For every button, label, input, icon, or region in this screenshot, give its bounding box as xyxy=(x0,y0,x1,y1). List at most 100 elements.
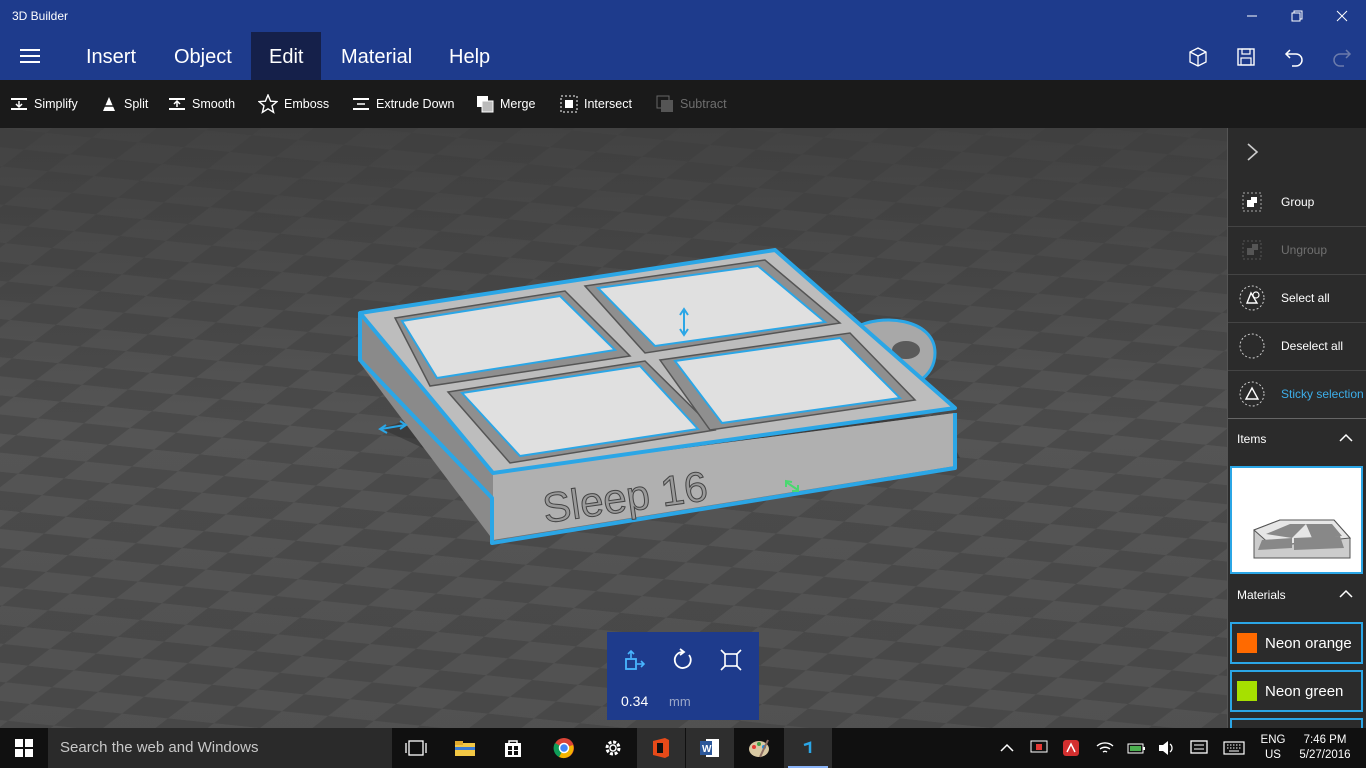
gear-icon xyxy=(605,740,621,756)
office-button[interactable] xyxy=(637,728,685,768)
subtract-icon xyxy=(656,95,674,113)
rotate-tool-button[interactable] xyxy=(669,646,697,674)
chevron-up-icon xyxy=(1000,743,1014,752)
smooth-button[interactable]: Smooth xyxy=(168,80,235,128)
group-label: Group xyxy=(1281,195,1315,209)
tray-battery-icon[interactable] xyxy=(1124,728,1150,768)
action-center-icon xyxy=(1190,740,1208,754)
taskbar-clock[interactable]: 7:46 PM 5/27/2016 xyxy=(1296,733,1354,763)
redo-button[interactable] xyxy=(1327,42,1357,72)
store-button[interactable] xyxy=(489,728,537,768)
subtract-button[interactable]: Subtract xyxy=(656,80,727,128)
smooth-icon xyxy=(168,95,186,113)
subtract-label: Subtract xyxy=(680,97,727,111)
merge-button[interactable]: Merge xyxy=(476,80,535,128)
tray-notifications-icon[interactable] xyxy=(1186,728,1212,768)
tab-help[interactable]: Help xyxy=(431,32,508,80)
items-section-header[interactable]: Items xyxy=(1228,418,1366,458)
taskbar-search-box[interactable]: Search the web and Windows xyxy=(48,728,392,768)
right-panel: Group Ungroup Select all Deselect all St… xyxy=(1227,128,1366,730)
material-neon-green[interactable]: Neon green xyxy=(1230,670,1363,712)
tray-volume-icon[interactable] xyxy=(1154,728,1180,768)
scale-tool-button[interactable] xyxy=(717,646,745,674)
title-bar: 3D Builder xyxy=(0,0,1366,32)
star-icon xyxy=(258,94,278,114)
smooth-label: Smooth xyxy=(192,97,236,111)
paint-button[interactable] xyxy=(735,728,783,768)
chevron-up-icon xyxy=(1339,589,1353,598)
minimize-button[interactable] xyxy=(1229,0,1275,32)
paint-palette-icon xyxy=(749,739,769,758)
3d-builder-taskbar-button[interactable] xyxy=(784,728,832,768)
chevron-up-icon xyxy=(1339,433,1353,442)
select-all-icon xyxy=(1238,284,1266,312)
rotate-icon xyxy=(673,648,692,669)
tray-network-monitor-icon[interactable] xyxy=(1026,728,1052,768)
merge-label: Merge xyxy=(500,97,536,111)
select-all-label: Select all xyxy=(1281,291,1330,305)
restore-button[interactable] xyxy=(1274,0,1320,32)
show-hidden-icons-button[interactable] xyxy=(994,728,1020,768)
intersect-button[interactable]: Intersect xyxy=(560,80,632,128)
select-all-button[interactable]: Select all xyxy=(1228,274,1366,322)
windows-logo-icon xyxy=(15,739,33,757)
materials-section-header[interactable]: Materials xyxy=(1228,574,1366,614)
group-button[interactable]: Group xyxy=(1228,178,1366,226)
close-button[interactable] xyxy=(1319,0,1365,32)
svg-text:W: W xyxy=(702,744,712,755)
input-language-indicator[interactable]: ENG US xyxy=(1256,733,1290,763)
ungroup-label: Ungroup xyxy=(1281,243,1328,257)
group-icon xyxy=(1238,188,1266,216)
app-title: 3D Builder xyxy=(12,9,69,23)
minimize-icon xyxy=(1247,15,1257,17)
extrude-down-button[interactable]: Extrude Down xyxy=(352,80,455,128)
ungroup-button[interactable]: Ungroup xyxy=(1228,226,1366,274)
tray-wifi-icon[interactable] xyxy=(1092,728,1118,768)
close-icon xyxy=(1336,10,1348,22)
task-view-button[interactable] xyxy=(392,728,440,768)
hamburger-menu-button[interactable] xyxy=(10,40,50,72)
tray-keyboard-icon[interactable] xyxy=(1220,728,1248,768)
tab-edit[interactable]: Edit xyxy=(251,32,322,80)
material-label: Neon green xyxy=(1265,682,1344,700)
save-button[interactable] xyxy=(1231,42,1261,72)
tab-insert[interactable]: Insert xyxy=(68,32,154,80)
taskbar: Search the web and Windows W ENG US 7:46… xyxy=(0,728,1366,768)
word-button[interactable]: W xyxy=(686,728,734,768)
language-code: ENG xyxy=(1260,734,1286,746)
undo-button[interactable] xyxy=(1279,42,1309,72)
monitor-icon xyxy=(1030,740,1048,753)
move-icon xyxy=(625,649,646,670)
simplify-button[interactable]: Simplify xyxy=(10,80,78,128)
start-button[interactable] xyxy=(0,728,48,768)
deselect-all-icon xyxy=(1238,332,1266,360)
items-header-label: Items xyxy=(1237,432,1267,446)
split-icon xyxy=(100,95,118,113)
battery-icon xyxy=(1127,743,1145,754)
split-button[interactable]: Split xyxy=(100,80,148,128)
emboss-button[interactable]: Emboss xyxy=(258,80,329,128)
3d-builder-icon xyxy=(803,741,812,753)
settings-button[interactable] xyxy=(589,728,637,768)
item-thumbnail[interactable] xyxy=(1230,466,1363,574)
file-explorer-button[interactable] xyxy=(441,728,489,768)
acrobat-icon xyxy=(1063,740,1079,756)
tab-object[interactable]: Object xyxy=(156,32,250,80)
emboss-label: Emboss xyxy=(284,97,330,111)
keyboard-icon xyxy=(1223,741,1245,755)
deselect-all-button[interactable]: Deselect all xyxy=(1228,322,1366,370)
volume-icon xyxy=(1159,741,1173,755)
chrome-button[interactable] xyxy=(540,728,588,768)
transform-unit-label: mm xyxy=(669,694,691,709)
clock-time: 7:46 PM xyxy=(1303,734,1347,746)
collapse-panel-chevron-icon[interactable] xyxy=(1242,140,1264,164)
tab-material[interactable]: Material xyxy=(323,32,430,80)
material-neon-orange[interactable]: Neon orange xyxy=(1230,622,1363,664)
move-tool-button[interactable] xyxy=(621,646,649,674)
transform-value-field[interactable]: 0.34 xyxy=(621,693,648,709)
sticky-selection-toggle[interactable]: Sticky selection xyxy=(1228,370,1366,418)
view-3d-button[interactable] xyxy=(1183,42,1213,72)
restore-icon xyxy=(1291,10,1303,22)
tray-acrobat-icon[interactable] xyxy=(1058,728,1084,768)
cube-view-icon xyxy=(1189,47,1207,67)
